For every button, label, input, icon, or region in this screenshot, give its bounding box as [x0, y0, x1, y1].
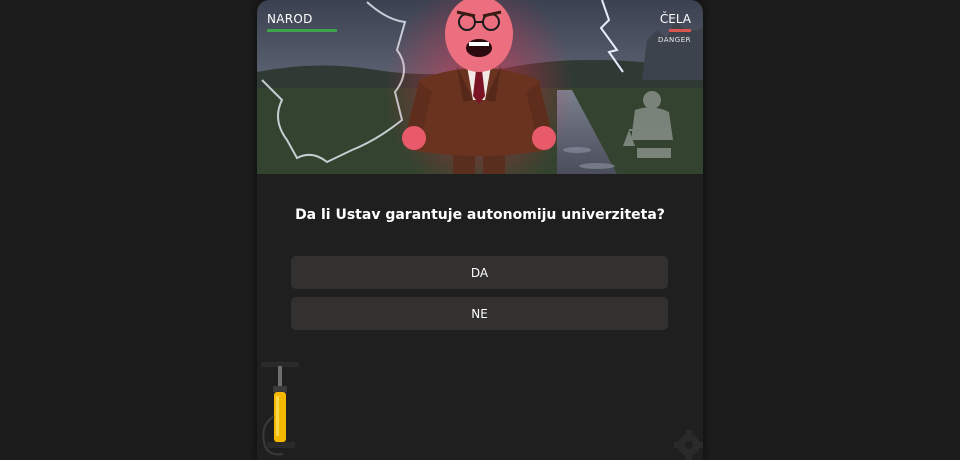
narod-meter [267, 29, 337, 32]
game-stage: NAROD ČELA DANGER Da li Ustav garantuje … [0, 0, 960, 460]
gear-icon[interactable] [674, 430, 703, 460]
narod-label: NAROD [267, 12, 313, 26]
scene-illustration: NAROD ČELA DANGER [257, 0, 703, 174]
question-text: Da li Ustav garantuje autonomiju univerz… [295, 207, 665, 223]
cela-meter-fill [669, 29, 691, 32]
pump-icon[interactable] [257, 356, 307, 460]
danger-status: DANGER [657, 36, 691, 44]
answer-da-button[interactable]: DA [291, 256, 668, 289]
game-card: NAROD ČELA DANGER Da li Ustav garantuje … [257, 0, 703, 460]
puddle [579, 163, 615, 169]
narod-meter-fill [267, 29, 337, 32]
cela-meter [669, 29, 691, 32]
scene-svg [257, 0, 703, 174]
answer-ne-button[interactable]: NE [291, 297, 668, 330]
cela-label: ČELA [659, 12, 691, 26]
puddle [563, 147, 591, 153]
